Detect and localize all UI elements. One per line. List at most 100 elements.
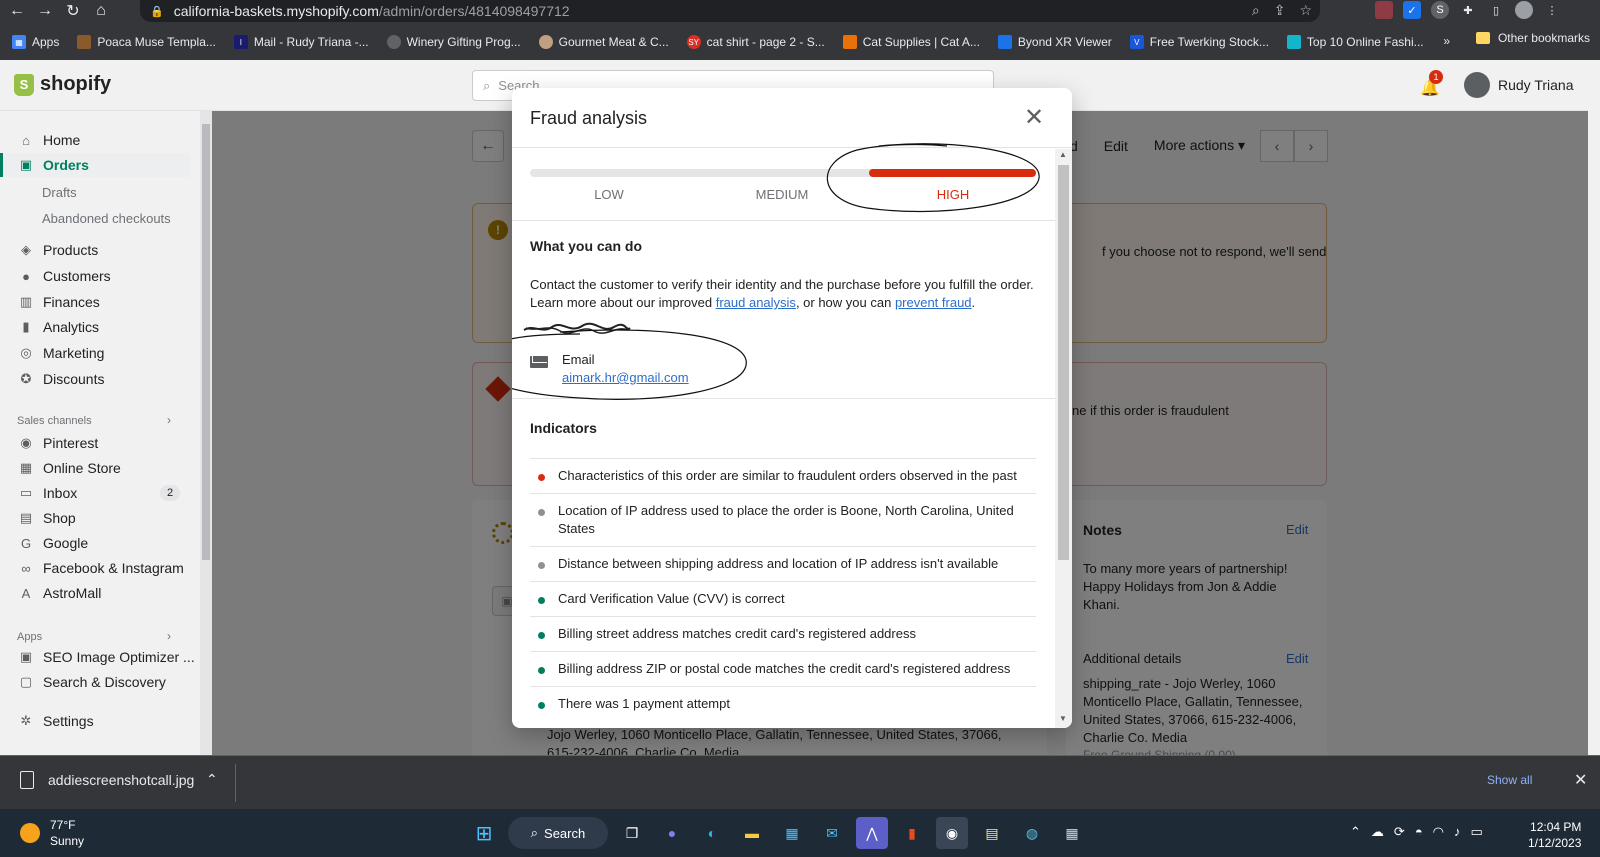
sidebar-item-pinterest[interactable]: ◉ Pinterest — [0, 431, 98, 455]
other-bookmarks[interactable]: Other bookmarks — [1475, 31, 1590, 45]
windows-start-icon[interactable]: ⊞ — [468, 817, 500, 849]
bookmark-item[interactable]: V Free Twerking Stock... — [1129, 35, 1269, 49]
sync-icon[interactable]: ⟳ — [1394, 824, 1405, 840]
bookmark-item[interactable]: Winery Gifting Prog... — [386, 35, 521, 49]
close-icon[interactable]: ✕ — [1574, 770, 1587, 790]
bookmark-item[interactable]: SY cat shirt - page 2 - S... — [686, 35, 825, 49]
office-icon[interactable]: ▮ — [896, 817, 928, 849]
zoom-icon[interactable]: ⌕ — [1252, 2, 1260, 19]
taskbar-clock[interactable]: 12:04 PM 1/12/2023 — [1528, 819, 1581, 851]
sidebar-item-marketing[interactable]: ◎ Marketing — [0, 341, 104, 365]
sidebar-item-abandoned-checkouts[interactable]: Abandoned checkouts — [42, 211, 171, 226]
app-icon[interactable]: ◍ — [1016, 817, 1048, 849]
bookmark-star-icon[interactable]: ☆ — [1299, 2, 1312, 19]
calculator-icon[interactable]: ▦ — [1056, 817, 1088, 849]
sales-channels-heading[interactable]: Sales channels › — [17, 413, 171, 427]
orders-icon: ▣ — [19, 157, 33, 172]
store-icon[interactable]: ▦ — [776, 817, 808, 849]
close-icon[interactable]: ✕ — [1021, 104, 1047, 131]
file-explorer-icon[interactable]: ▬ — [736, 817, 768, 849]
cloud-icon[interactable]: ☁ — [1371, 824, 1384, 840]
modal-scrollbar-thumb[interactable] — [1058, 165, 1069, 560]
sidebar-item-shop[interactable]: ▤ Shop — [0, 506, 76, 530]
sidebar-item-facebook-instagram[interactable]: ∞ Facebook & Instagram — [0, 556, 184, 580]
prevent-fraud-link[interactable]: prevent fraud — [895, 295, 972, 310]
extension-icon[interactable] — [1375, 1, 1393, 19]
sidebar-scrollbar-thumb[interactable] — [202, 124, 210, 560]
sidebar-item-discounts[interactable]: ✪ Discounts — [0, 367, 105, 391]
back-arrow-icon[interactable]: ← — [6, 1, 28, 21]
sidebar-item-orders[interactable]: ▣ Orders — [0, 153, 190, 177]
bookmark-item[interactable]: Cat Supplies | Cat A... — [842, 35, 980, 49]
edge-icon[interactable]: ◐ — [696, 817, 728, 849]
email-link[interactable]: aimark.hr@gmail.com — [562, 370, 689, 385]
indicator-item: Billing address ZIP or postal code match… — [530, 651, 1036, 686]
puzzle-icon[interactable]: ✚ — [1459, 1, 1477, 19]
battery-icon[interactable]: ▭ — [1471, 824, 1483, 840]
volume-icon[interactable]: ♪ — [1454, 824, 1461, 840]
download-item[interactable]: addiescreenshotcall.jpg — [20, 771, 194, 789]
shop-icon: ▤ — [19, 510, 33, 525]
chevron-up-icon[interactable]: ⌃ — [206, 771, 218, 788]
app-icon[interactable]: ⋀ — [856, 817, 888, 849]
bookmark-item[interactable]: Gourmet Meat & C... — [538, 35, 669, 49]
fraud-analysis-modal: Fraud analysis ✕ LOW MEDIUM HIGH What yo… — [512, 88, 1072, 728]
wifi-icon[interactable]: ◠ — [1433, 824, 1444, 840]
side-panel-icon[interactable]: ▯ — [1487, 1, 1505, 19]
bookmark-item[interactable]: Byond XR Viewer — [997, 35, 1112, 49]
bookmark-item[interactable]: Top 10 Online Fashi... — [1286, 35, 1424, 49]
sidebar-item-inbox[interactable]: ▭ Inbox — [0, 481, 77, 505]
bookmark-item[interactable]: ▦ Apps — [12, 35, 59, 49]
forward-arrow-icon[interactable]: → — [34, 1, 56, 21]
sidebar-item-settings[interactable]: ✲ Settings — [0, 709, 94, 733]
battery-saver-icon[interactable]: ◓ — [1415, 824, 1423, 840]
section-divider — [512, 398, 1055, 399]
address-bar[interactable]: 🔒 california-baskets.myshopify.com/admin… — [140, 0, 1320, 22]
mail-icon[interactable]: ✉ — [816, 817, 848, 849]
bookmark-favicon — [77, 35, 92, 49]
annotation-ellipse-high — [826, 143, 1040, 213]
sidebar-item-online-store[interactable]: ▦ Online Store — [0, 456, 121, 480]
sidebar-item-customers[interactable]: ● Customers — [0, 264, 111, 288]
extension-icons: ✓ S ✚ ▯ ⋮ — [1375, 1, 1561, 19]
taskbar-search-button[interactable]: ⌕ Search — [508, 817, 608, 849]
shopify-logo[interactable]: Sshopify — [14, 73, 111, 96]
sidebar-item-products[interactable]: ◈ Products — [0, 238, 98, 262]
sidebar-item-analytics[interactable]: ▮ Analytics — [0, 315, 99, 339]
user-menu[interactable]: Rudy Triana — [1464, 72, 1573, 98]
reload-icon[interactable]: ↻ — [62, 1, 84, 21]
task-view-icon[interactable]: ❐ — [616, 817, 648, 849]
profile-avatar[interactable] — [1515, 1, 1533, 19]
sidebar-item-search-discovery[interactable]: ▢ Search & Discovery — [0, 670, 166, 694]
bookmarks-overflow-button[interactable]: » — [1443, 34, 1450, 48]
bookmark-item[interactable]: I Mail - Rudy Triana -... — [233, 35, 369, 49]
extension-icon[interactable]: S — [1431, 1, 1449, 19]
notepad-icon[interactable]: ▤ — [976, 817, 1008, 849]
sidebar-item-google[interactable]: G Google — [0, 531, 88, 555]
email-icon — [530, 356, 548, 368]
what-you-can-do-text: Contact the customer to verify their ide… — [530, 277, 1034, 310]
extension-icon[interactable]: ✓ — [1403, 1, 1421, 19]
chevron-up-icon[interactable]: ⌃ — [1350, 824, 1361, 840]
sidebar-item-astromall[interactable]: A AstroMall — [0, 581, 102, 605]
tag-icon: ◈ — [21, 242, 31, 257]
gear-icon: ✲ — [20, 713, 32, 728]
sidebar-item-seo-image-optimizer[interactable]: ▣ SEO Image Optimizer ... — [0, 645, 195, 669]
weather-widget[interactable]: 77°F Sunny — [20, 817, 84, 849]
bookmark-item[interactable]: Poaca Muse Templa... — [77, 35, 216, 49]
home-icon[interactable]: ⌂ — [90, 1, 112, 21]
risk-level-medium: MEDIUM — [755, 187, 809, 202]
share-icon[interactable]: ⇪ — [1274, 2, 1286, 19]
fraud-analysis-link[interactable]: fraud analysis — [716, 295, 796, 310]
sidebar-item-drafts[interactable]: Drafts — [42, 185, 77, 200]
kebab-menu-icon[interactable]: ⋮ — [1543, 1, 1561, 19]
scroll-down-arrow-icon[interactable]: ▼ — [1059, 714, 1067, 723]
chrome-icon[interactable]: ◉ — [936, 817, 968, 849]
show-all-downloads-link[interactable]: Show all — [1487, 773, 1532, 787]
scroll-up-arrow-icon[interactable]: ▲ — [1059, 150, 1067, 159]
sidebar-item-home[interactable]: ⌂ Home — [0, 128, 80, 152]
sidebar-item-finances[interactable]: ▥ Finances — [0, 290, 100, 314]
chat-icon[interactable]: ● — [656, 817, 688, 849]
page-scrollbar[interactable] — [1588, 60, 1600, 755]
apps-heading[interactable]: Apps › — [17, 629, 171, 643]
